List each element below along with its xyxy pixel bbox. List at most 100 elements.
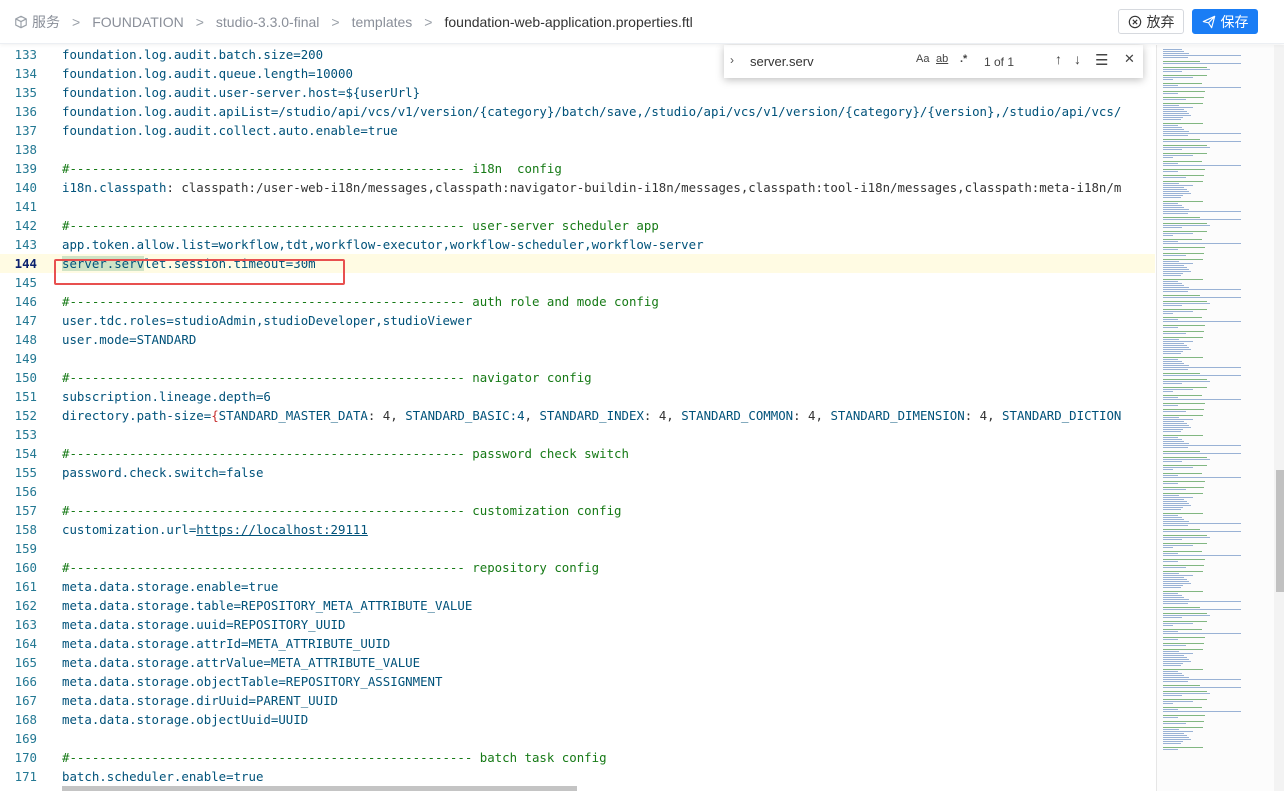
code-line[interactable]: 160 #------------------------------------… bbox=[0, 558, 1155, 577]
code-line[interactable]: 153 bbox=[0, 425, 1155, 444]
code-line[interactable]: 138 bbox=[0, 140, 1155, 159]
code-token: foundation.log.audit.collect.auto.enable… bbox=[62, 123, 398, 138]
code-line[interactable]: 166 meta.data.storage.objectTable=REPOSIT… bbox=[0, 672, 1155, 691]
breadcrumb-separator: > bbox=[195, 14, 204, 30]
code-line[interactable]: 140 i18n.classpath: classpath:/user-web-i… bbox=[0, 178, 1155, 197]
minimap-line bbox=[1163, 639, 1178, 640]
line-number: 139 bbox=[14, 161, 37, 176]
search-match-highlight: server.serv bbox=[62, 256, 145, 271]
whole-word-option[interactable]: ab bbox=[936, 53, 948, 65]
toggle-replace-chevron-icon[interactable]: › bbox=[730, 53, 734, 67]
minimap-line bbox=[1163, 427, 1192, 428]
line-number: 164 bbox=[14, 636, 37, 651]
breadcrumb-item-studio[interactable]: studio-3.3.0-final bbox=[216, 14, 320, 30]
minimap-line bbox=[1163, 653, 1194, 654]
code-line[interactable]: 147 user.tdc.roles=studioAdmin,studioDeve… bbox=[0, 311, 1155, 330]
previous-match-arrow-up-icon[interactable]: ↑ bbox=[1055, 51, 1062, 67]
code-line[interactable]: 139 #------------------------------------… bbox=[0, 159, 1155, 178]
code-token: meta.data.storage.dirUuid=PARENT_UUID bbox=[62, 693, 339, 708]
editor-lines: 133 foundation.log.audit.batch.size=200 13… bbox=[0, 45, 1155, 786]
line-content: #---------------------------------------… bbox=[62, 159, 562, 178]
minimap-line bbox=[1163, 559, 1205, 560]
minimap-line bbox=[1163, 261, 1179, 262]
discard-button[interactable]: 放弃 bbox=[1118, 9, 1184, 34]
vertical-scrollbar-track[interactable] bbox=[1274, 45, 1284, 791]
code-line[interactable]: 168 meta.data.storage.objectUuid=UUID bbox=[0, 710, 1155, 729]
close-find-icon[interactable]: ✕ bbox=[1124, 51, 1135, 67]
code-line[interactable]: 146 #------------------------------------… bbox=[0, 292, 1155, 311]
save-button[interactable]: 保存 bbox=[1192, 9, 1258, 34]
horizontal-scrollbar[interactable] bbox=[62, 786, 577, 791]
regex-option[interactable]: .* bbox=[960, 53, 967, 65]
breadcrumb-item-templates[interactable]: templates bbox=[352, 14, 413, 30]
breadcrumb-item-foundation[interactable]: FOUNDATION bbox=[92, 14, 184, 30]
code-line[interactable]: 170 #------------------------------------… bbox=[0, 748, 1155, 767]
code-line[interactable]: 143 app.token.allow.list=workflow,tdt,wor… bbox=[0, 235, 1155, 254]
code-editor[interactable]: 133 foundation.log.audit.batch.size=200 13… bbox=[0, 45, 1155, 791]
minimap-line bbox=[1163, 141, 1242, 142]
code-line[interactable]: 152 directory.path-size={STANDARD_MASTER_… bbox=[0, 406, 1155, 425]
code-line[interactable]: 163 meta.data.storage.uuid=REPOSITORY_UUI… bbox=[0, 615, 1155, 634]
code-line[interactable]: 156 bbox=[0, 482, 1155, 501]
minimap-line bbox=[1163, 271, 1192, 272]
code-token: meta.data.storage.attrId=META_ATTRIBUTE_… bbox=[62, 636, 391, 651]
vertical-scrollbar[interactable] bbox=[1276, 470, 1284, 592]
minimap-line bbox=[1163, 125, 1178, 126]
minimap-line bbox=[1163, 285, 1185, 286]
code-line[interactable]: 135 foundation.log.audit.user-server.host… bbox=[0, 83, 1155, 102]
minimap-line bbox=[1163, 381, 1211, 382]
minimap-line bbox=[1163, 345, 1188, 346]
code-line[interactable]: 144 server.servlet.session.timeout=30m bbox=[0, 254, 1155, 273]
code-line[interactable]: 158 customization.url=https://localhost:2… bbox=[0, 520, 1155, 539]
minimap-line bbox=[1163, 83, 1203, 84]
code-line[interactable]: 145 bbox=[0, 273, 1155, 292]
minimap-line bbox=[1163, 303, 1211, 304]
minimap-line bbox=[1163, 709, 1179, 710]
code-line[interactable]: 164 meta.data.storage.attrId=META_ATTRIBU… bbox=[0, 634, 1155, 653]
code-token: password.check.switch=false bbox=[62, 465, 264, 480]
minimap-line bbox=[1163, 327, 1178, 328]
code-line[interactable]: 155 password.check.switch=false bbox=[0, 463, 1155, 482]
match-case-option[interactable]: Aa bbox=[916, 53, 929, 65]
breadcrumb: 服务 > FOUNDATION > studio-3.3.0-final > t… bbox=[14, 12, 693, 32]
code-line[interactable]: 148 user.mode=STANDARD bbox=[0, 330, 1155, 349]
minimap[interactable] bbox=[1156, 45, 1274, 791]
code-line[interactable]: 165 meta.data.storage.attrValue=META_ATTR… bbox=[0, 653, 1155, 672]
minimap-line bbox=[1163, 535, 1207, 536]
minimap-line bbox=[1163, 133, 1242, 134]
line-number: 138 bbox=[14, 142, 37, 157]
code-line[interactable]: 137 foundation.log.audit.collect.auto.ena… bbox=[0, 121, 1155, 140]
next-match-arrow-down-icon[interactable]: ↓ bbox=[1074, 51, 1081, 67]
code-line[interactable]: 154 #------------------------------------… bbox=[0, 444, 1155, 463]
minimap-line bbox=[1163, 677, 1190, 678]
code-line[interactable]: 159 bbox=[0, 539, 1155, 558]
minimap-line bbox=[1163, 395, 1203, 396]
minimap-line bbox=[1163, 717, 1178, 718]
code-line[interactable]: 167 meta.data.storage.dirUuid=PARENT_UUID bbox=[0, 691, 1155, 710]
minimap-line bbox=[1163, 673, 1183, 674]
minimap-line bbox=[1163, 691, 1207, 692]
code-line[interactable]: 142 #------------------------------------… bbox=[0, 216, 1155, 235]
code-line[interactable]: 141 bbox=[0, 197, 1155, 216]
minimap-line bbox=[1163, 367, 1242, 368]
breadcrumb-item-service[interactable]: 服务 bbox=[14, 12, 60, 32]
minimap-line bbox=[1163, 615, 1211, 616]
code-line[interactable]: 162 meta.data.storage.table=REPOSITORY_ME… bbox=[0, 596, 1155, 615]
code-line[interactable]: 151 subscription.lineage.depth=6 bbox=[0, 387, 1155, 406]
code-line[interactable]: 169 bbox=[0, 729, 1155, 748]
minimap-line bbox=[1163, 523, 1242, 524]
find-in-selection-icon[interactable]: ☰ bbox=[1095, 51, 1108, 69]
minimap-line bbox=[1163, 525, 1188, 526]
code-line[interactable]: 150 #------------------------------------… bbox=[0, 368, 1155, 387]
line-content: server.servlet.session.timeout=30m bbox=[62, 254, 316, 273]
minimap-line bbox=[1163, 609, 1242, 610]
url-link[interactable]: https://localhost:29111 bbox=[196, 522, 368, 537]
line-number: 136 bbox=[14, 104, 37, 119]
code-line[interactable]: 136 foundation.log.audit.apiList=/studio/… bbox=[0, 102, 1155, 121]
code-line[interactable]: 149 bbox=[0, 349, 1155, 368]
minimap-line bbox=[1163, 489, 1186, 490]
code-line[interactable]: 161 meta.data.storage.enable=true bbox=[0, 577, 1155, 596]
code-line[interactable]: 157 #------------------------------------… bbox=[0, 501, 1155, 520]
breadcrumb-separator: > bbox=[72, 14, 81, 30]
code-token: STANDARD_COMMON bbox=[681, 408, 794, 423]
